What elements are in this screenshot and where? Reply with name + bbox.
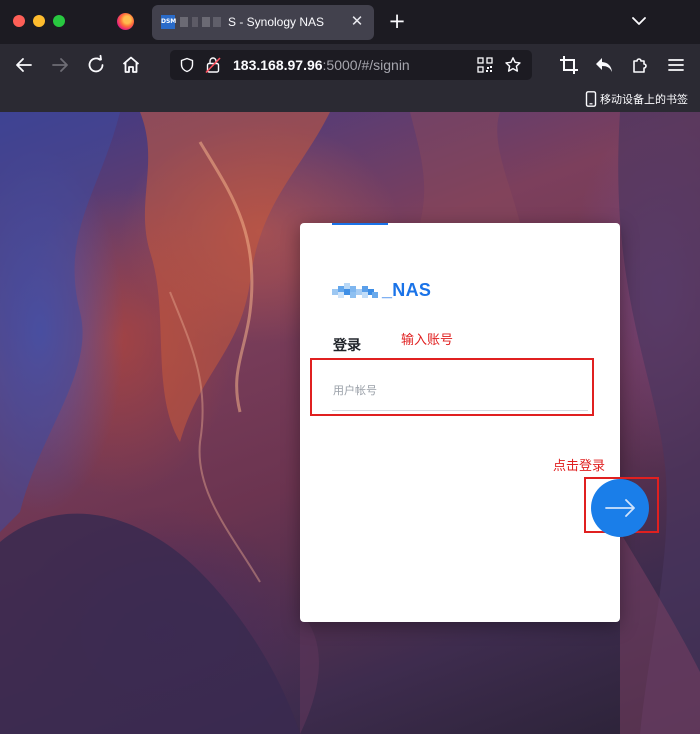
home-icon[interactable]: [119, 53, 143, 77]
extensions-icon[interactable]: [628, 53, 652, 77]
crop-icon[interactable]: [557, 53, 581, 77]
input-hint-annotation: 输入账号: [401, 333, 454, 348]
plus-icon[interactable]: +: [387, 9, 407, 33]
reply-icon[interactable]: [592, 53, 616, 77]
qr-code-icon[interactable]: [477, 57, 493, 73]
reload-icon[interactable]: [84, 53, 108, 77]
tab-title: S - Synology NAS: [228, 15, 325, 29]
tab-synology-nas[interactable]: DSM S - Synology NAS ✕: [152, 5, 374, 40]
lock-icon[interactable]: [205, 56, 221, 74]
username-highlight-box: [310, 358, 594, 416]
close-icon[interactable]: ✕: [348, 12, 366, 30]
redacted-text: [180, 17, 188, 27]
navigation-toolbar: 183.168.97.96:5000/#/signin: [0, 44, 700, 86]
click-hint-annotation: 点击登录: [553, 459, 606, 474]
redacted-text: [202, 17, 210, 27]
back-arrow-icon[interactable]: [12, 53, 36, 77]
pixelated-logo-icon: [332, 283, 378, 298]
menu-icon[interactable]: [664, 53, 688, 77]
window-close-button[interactable]: [13, 15, 25, 27]
mobile-bookmarks-label: 移动设备上的书签: [600, 93, 688, 106]
url-host: 183.168.97.96: [233, 57, 323, 73]
arrow-right-icon: [605, 499, 635, 517]
logo-text: _NAS: [382, 280, 432, 300]
star-icon[interactable]: [504, 56, 522, 74]
tab-bar: DSM S - Synology NAS ✕ +: [0, 0, 700, 44]
firefox-logo-icon[interactable]: [117, 13, 134, 30]
login-heading: 登录: [333, 338, 361, 354]
url-bar[interactable]: 183.168.97.96:5000/#/signin: [170, 50, 532, 80]
url-path: :5000/#/signin: [322, 57, 410, 73]
window-zoom-button[interactable]: [53, 15, 65, 27]
chevron-down-icon[interactable]: [629, 11, 649, 31]
signin-next-button[interactable]: [591, 479, 649, 537]
dsm-favicon-icon: DSM: [161, 15, 176, 29]
mobile-device-icon: [585, 91, 597, 107]
redacted-text: [213, 17, 221, 27]
mobile-bookmarks-item[interactable]: 移动设备上的书签: [585, 90, 688, 108]
url-text: 183.168.97.96:5000/#/signin: [233, 57, 410, 73]
signin-page: _NAS 登录 输入账号 点击登录: [0, 112, 700, 734]
window-minimize-button[interactable]: [33, 15, 45, 27]
bookmarks-toolbar: 移动设备上的书签: [0, 86, 700, 112]
card-accent-line: [332, 223, 388, 225]
nas-logo: _NAS: [332, 280, 431, 301]
shield-icon[interactable]: [179, 57, 195, 73]
forward-arrow-icon[interactable]: [48, 53, 72, 77]
redacted-text: [192, 17, 198, 27]
login-card: _NAS 登录: [300, 223, 620, 622]
